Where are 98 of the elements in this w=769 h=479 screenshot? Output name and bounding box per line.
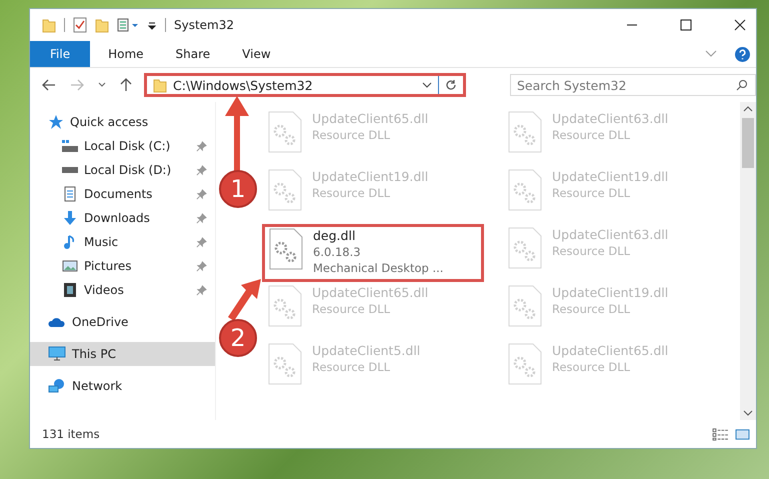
details-view-icon[interactable] (712, 428, 729, 440)
sidebar-item[interactable]: This PC (30, 342, 215, 366)
checklist-icon[interactable] (73, 17, 87, 33)
ribbon-tab[interactable]: File (30, 41, 90, 67)
pin-icon[interactable] (196, 140, 207, 152)
sidebar-label: Network (72, 379, 122, 393)
sidebar-item[interactable]: Documents (30, 182, 215, 206)
file-description: Resource DLL (552, 301, 632, 317)
monitor-icon (48, 346, 66, 362)
file-name: UpdateClient19.dll (552, 169, 668, 185)
pin-icon[interactable] (196, 260, 207, 272)
scroll-up-icon[interactable] (743, 106, 753, 112)
pin-icon[interactable] (196, 284, 207, 296)
ribbon-tab[interactable]: Share (162, 41, 224, 67)
item-count: 131 items (42, 427, 100, 441)
gear-file-icon (268, 343, 302, 385)
sidebar-item[interactable]: Local Disk (C:) (30, 134, 215, 158)
gear-file-icon (508, 285, 542, 327)
file-name: UpdateClient19.dll (552, 285, 668, 301)
file-description: Resource DLL (552, 185, 632, 201)
file-description: Mechanical Desktop ... (313, 260, 444, 276)
file-name: UpdateClient65.dll (552, 343, 668, 359)
properties-icon[interactable] (117, 17, 139, 33)
gear-file-icon (268, 169, 302, 211)
document-icon (62, 186, 78, 202)
network-icon (48, 378, 66, 394)
sidebar-label: Local Disk (C:) (84, 139, 170, 153)
file-name: UpdateClient65.dll (312, 111, 428, 127)
pin-icon[interactable] (196, 212, 207, 224)
sidebar-label: Documents (84, 187, 152, 201)
gear-file-icon (508, 227, 542, 269)
chevron-down-icon[interactable] (98, 82, 106, 88)
ribbon-tab[interactable]: View (228, 41, 285, 67)
chevron-down-icon[interactable] (422, 82, 432, 88)
window-title: System32 (174, 18, 234, 32)
address-bar[interactable]: C:\Windows\System32 (144, 73, 466, 97)
annotation-arrow (228, 279, 261, 321)
maximize-icon[interactable] (680, 19, 692, 31)
search-field[interactable]: Search System32 (510, 74, 756, 96)
drive-icon (62, 140, 78, 152)
star-icon (48, 114, 64, 130)
sidebar-label: This PC (72, 347, 116, 361)
file-description: Resource DLL (312, 301, 392, 317)
file-name: UpdateClient5.dll (312, 343, 420, 359)
sidebar-item[interactable]: Local Disk (D:) (30, 158, 215, 182)
gear-file-icon (268, 111, 302, 153)
file-name: UpdateClient63.dll (552, 111, 668, 127)
sidebar-label: Videos (84, 283, 124, 297)
drive-icon (62, 167, 78, 173)
sidebar-label: Music (84, 235, 118, 249)
sidebar-item[interactable]: Pictures (30, 254, 215, 278)
scrollbar[interactable] (740, 102, 756, 420)
file-version: 6.0.18.3 (313, 244, 362, 260)
gear-file-icon (508, 111, 542, 153)
sidebar-item[interactable]: Music (30, 230, 215, 254)
sidebar-item[interactable]: Downloads (30, 206, 215, 230)
sidebar-item[interactable]: Network (30, 374, 215, 398)
picture-icon (62, 258, 78, 274)
up-arrow-icon[interactable] (120, 78, 132, 92)
address-path: C:\Windows\System32 (173, 78, 314, 92)
sidebar-item[interactable]: OneDrive (30, 310, 215, 334)
pin-icon[interactable] (196, 188, 207, 200)
gear-file-icon (508, 169, 542, 211)
sidebar-label: Local Disk (D:) (84, 163, 172, 177)
large-icons-view-icon[interactable] (735, 428, 750, 440)
file-description: Resource DLL (312, 185, 392, 201)
sidebar-item[interactable]: Quick access (30, 110, 215, 134)
file-name: deg.dll (313, 228, 356, 244)
cloud-icon (48, 316, 66, 328)
gear-file-icon (508, 343, 542, 385)
file-description: Resource DLL (552, 359, 632, 375)
file-name: UpdateClient63.dll (552, 227, 668, 243)
file-name: UpdateClient19.dll (312, 169, 428, 185)
refresh-icon[interactable] (445, 79, 457, 91)
scroll-down-icon[interactable] (743, 410, 753, 416)
scrollbar-thumb[interactable] (742, 118, 754, 168)
sidebar-label: Quick access (70, 115, 148, 129)
gear-file-icon (269, 228, 303, 270)
file-name: UpdateClient65.dll (312, 285, 428, 301)
back-arrow-icon[interactable] (42, 79, 56, 91)
pin-icon[interactable] (196, 164, 207, 176)
download-arrow-icon (62, 210, 78, 226)
close-icon[interactable] (734, 19, 746, 31)
help-icon[interactable] (735, 46, 750, 62)
pin-icon[interactable] (196, 236, 207, 248)
gear-file-icon (268, 285, 302, 327)
film-icon (62, 282, 78, 298)
sidebar-label: OneDrive (72, 315, 128, 329)
sidebar-label: Pictures (84, 259, 132, 273)
ribbon-tab[interactable]: Home (94, 41, 158, 67)
file-description: Resource DLL (312, 127, 392, 143)
folder-icon (153, 77, 167, 93)
sidebar-item[interactable]: Videos (30, 278, 215, 302)
file-item[interactable]: deg.dll 6.0.18.3 Mechanical Desktop ... (262, 224, 484, 282)
sidebar-label: Downloads (84, 211, 150, 225)
file-description: Resource DLL (312, 359, 392, 375)
file-description: Resource DLL (552, 243, 632, 259)
file-description: Resource DLL (552, 127, 632, 143)
